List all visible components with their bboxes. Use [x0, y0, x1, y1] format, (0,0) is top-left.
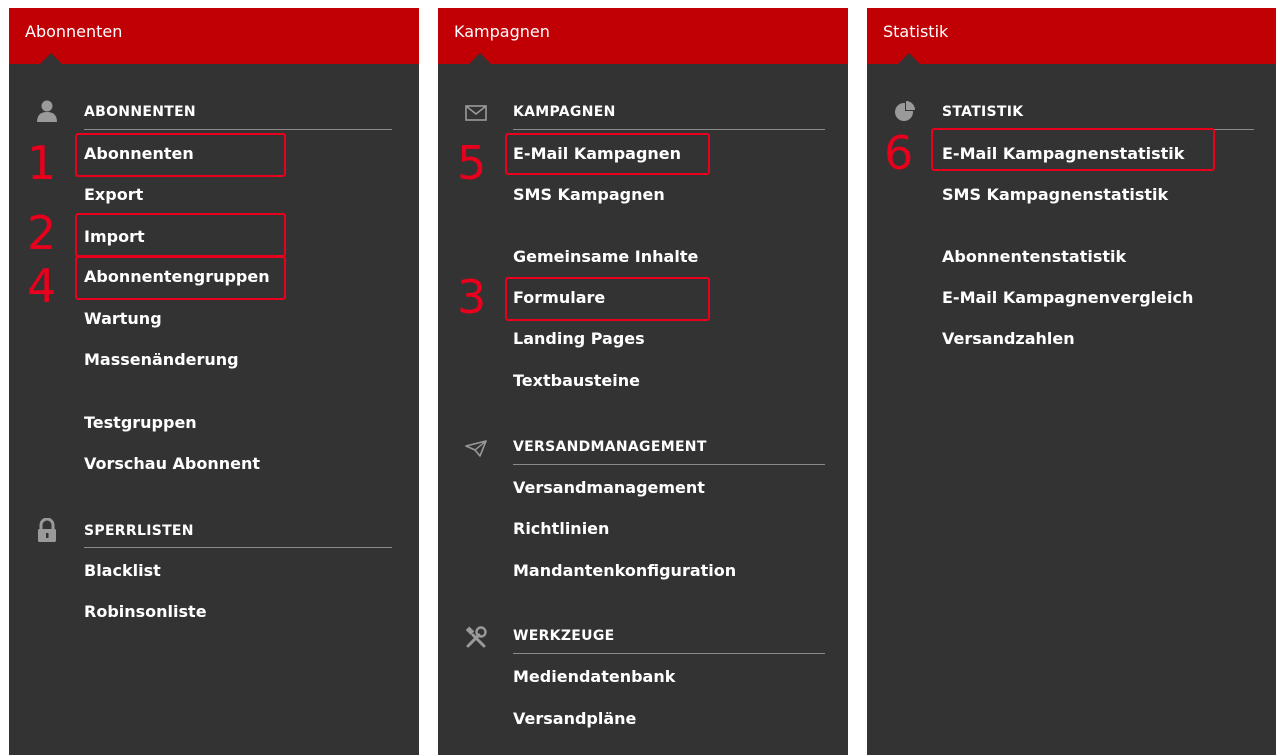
paper-plane-icon [465, 440, 487, 457]
highlight-box-email-kampagnen [505, 133, 710, 175]
menu-panel-abonnenten: Abonnenten ABONNENTEN Abonnenten Export … [9, 8, 419, 755]
annotation-number-1: 1 [27, 136, 57, 190]
panel-title: Abonnenten [25, 22, 123, 41]
menu-item-richtlinien[interactable]: Richtlinien [513, 518, 609, 540]
menu-item-mediendatenbank[interactable]: Mediendatenbank [513, 666, 675, 688]
menu-item-blacklist[interactable]: Blacklist [84, 560, 161, 582]
menu-item-versandplaene[interactable]: Versandpläne [513, 708, 636, 730]
header-pointer [40, 53, 62, 64]
menu-item-abonnentenstatistik[interactable]: Abonnentenstatistik [942, 246, 1126, 268]
highlight-box-import [75, 213, 286, 257]
annotation-number-2: 2 [27, 206, 57, 260]
section-divider [513, 653, 825, 654]
section-title-versandmanagement: VERSANDMANAGEMENT [513, 439, 707, 455]
user-icon [37, 100, 57, 122]
lock-icon [38, 518, 56, 542]
section-title-statistik: STATISTIK [942, 104, 1024, 120]
panel-title: Statistik [883, 22, 949, 41]
section-title-abonnenten: ABONNENTEN [84, 104, 196, 120]
section-divider [513, 464, 825, 465]
menu-item-vorschau-abonnent[interactable]: Vorschau Abonnent [84, 453, 260, 475]
highlight-box-abonnentengruppen [75, 256, 286, 300]
menu-item-versandzahlen[interactable]: Versandzahlen [942, 328, 1075, 350]
menu-item-export[interactable]: Export [84, 184, 143, 206]
section-divider [513, 129, 825, 130]
annotation-number-5: 5 [457, 136, 487, 190]
menu-item-massenaenderung[interactable]: Massenänderung [84, 349, 239, 371]
section-title-werkzeuge: WERKZEUGE [513, 628, 615, 644]
menu-item-textbausteine[interactable]: Textbausteine [513, 370, 640, 392]
menu-item-landing-pages[interactable]: Landing Pages [513, 328, 645, 350]
menu-item-gemeinsame-inhalte[interactable]: Gemeinsame Inhalte [513, 246, 698, 268]
section-title-sperrlisten: SPERRLISTEN [84, 523, 194, 539]
annotation-number-6: 6 [884, 126, 914, 180]
menu-panel-kampagnen: Kampagnen KAMPAGNEN E-Mail Kampagnen SMS… [438, 8, 848, 755]
header-pointer [898, 53, 920, 64]
menu-item-wartung[interactable]: Wartung [84, 308, 162, 330]
annotation-number-4: 4 [27, 259, 57, 313]
menu-item-sms-kampagnenstatistik[interactable]: SMS Kampagnenstatistik [942, 184, 1168, 206]
section-divider [84, 547, 392, 548]
panel-header: Statistik [867, 8, 1276, 64]
envelope-icon [465, 105, 487, 121]
panel-header: Abonnenten [9, 8, 419, 64]
header-pointer [469, 53, 491, 64]
highlight-box-formulare [505, 277, 710, 321]
menu-panel-statistik: Statistik STATISTIK E-Mail Kampagnenstat… [867, 8, 1276, 755]
highlight-box-abonnenten [75, 133, 286, 177]
highlight-box-email-kampagnenstatistik [931, 128, 1215, 171]
panel-header: Kampagnen [438, 8, 848, 64]
pie-chart-icon [895, 101, 915, 121]
section-divider [84, 129, 392, 130]
panel-title: Kampagnen [454, 22, 550, 41]
section-title-kampagnen: KAMPAGNEN [513, 104, 616, 120]
annotation-number-3: 3 [457, 270, 487, 324]
menu-item-testgruppen[interactable]: Testgruppen [84, 412, 197, 434]
menu-item-versandmanagement[interactable]: Versandmanagement [513, 477, 705, 499]
menu-item-mandantenkonfiguration[interactable]: Mandantenkonfiguration [513, 560, 736, 582]
menu-item-sms-kampagnen[interactable]: SMS Kampagnen [513, 184, 665, 206]
tools-icon [465, 626, 487, 648]
menu-item-email-kampagnenvergleich[interactable]: E-Mail Kampagnenvergleich [942, 287, 1193, 309]
menu-item-robinsonliste[interactable]: Robinsonliste [84, 601, 207, 623]
